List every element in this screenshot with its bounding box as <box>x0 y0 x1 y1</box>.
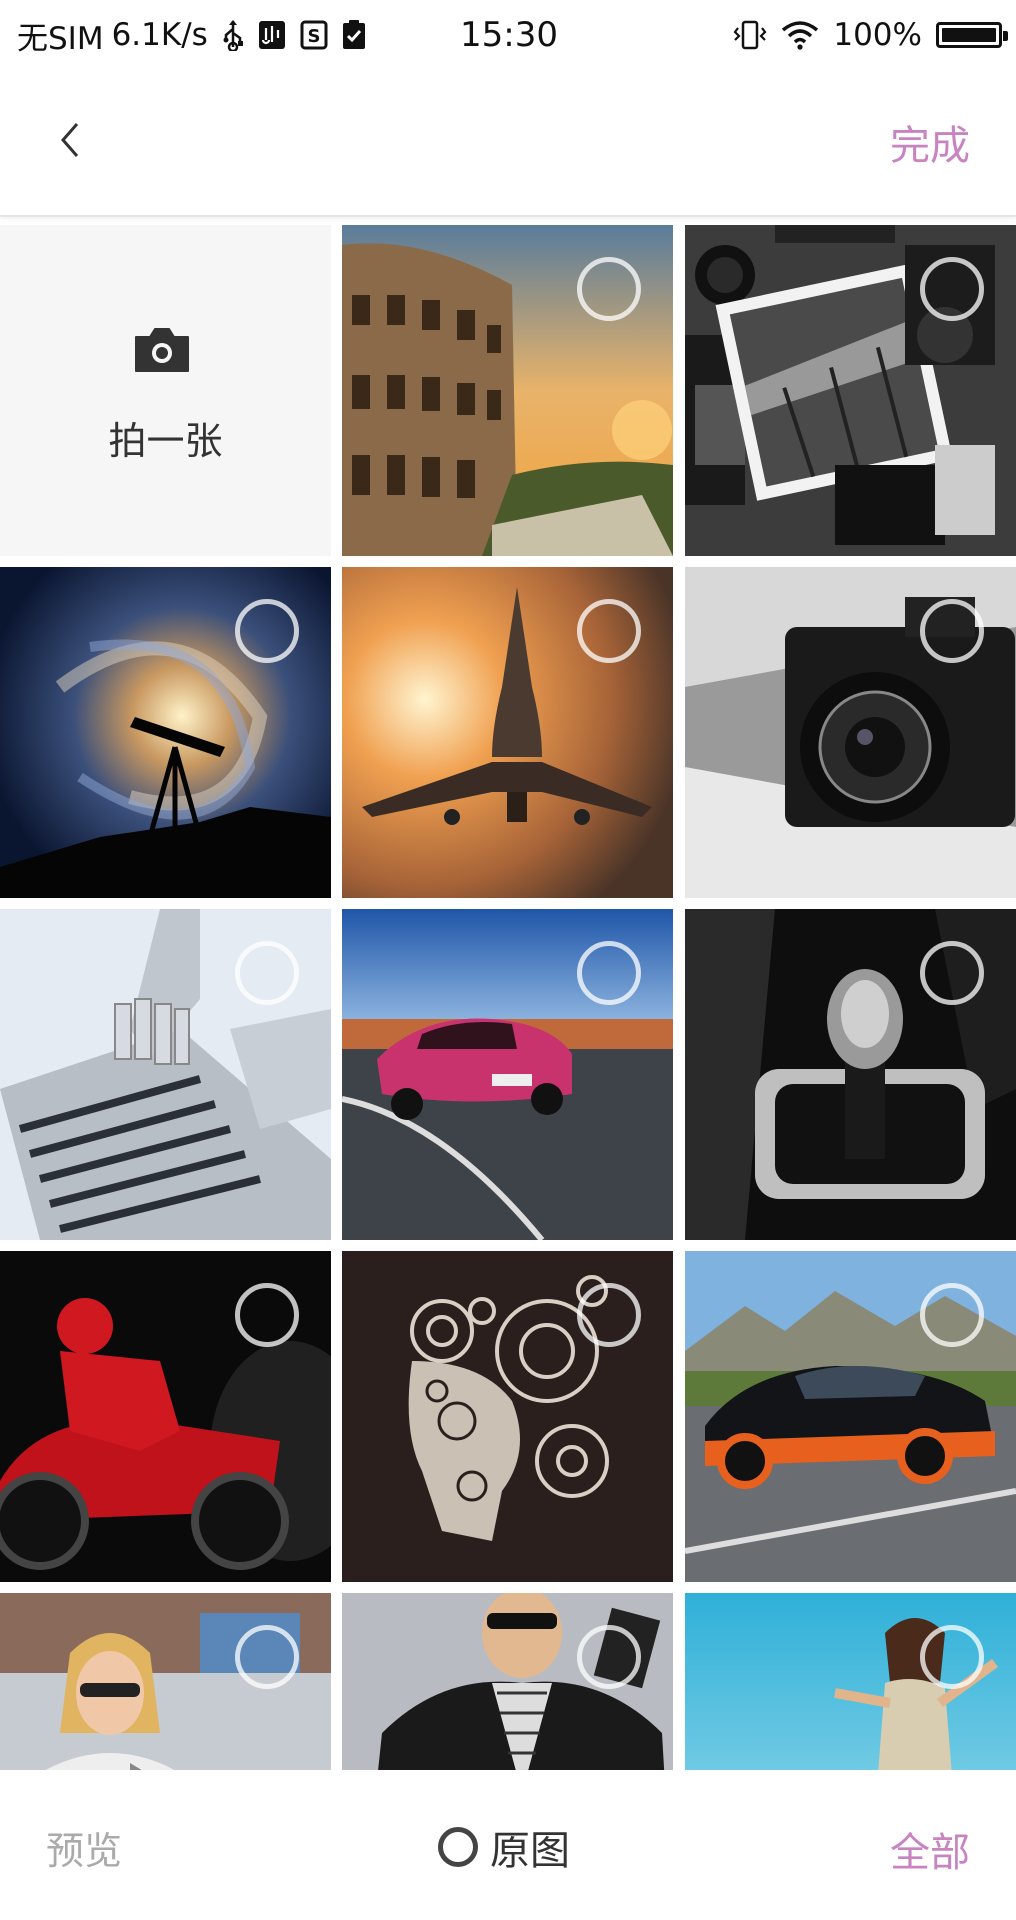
select-circle[interactable] <box>920 257 984 321</box>
wifi-icon <box>781 20 819 50</box>
photo-grid: 拍一张 <box>0 225 1016 1770</box>
photo-tile-man-jacket[interactable] <box>342 1593 673 1770</box>
photo-tile-robot-laptop[interactable] <box>0 909 331 1240</box>
vibrate-icon <box>733 20 767 50</box>
photo-tile-gear-head[interactable] <box>342 1251 673 1582</box>
select-circle[interactable] <box>920 1283 984 1347</box>
all-albums-button[interactable]: 全部 <box>890 1820 970 1878</box>
battery-icon <box>936 22 1008 48</box>
select-circle[interactable] <box>577 941 641 1005</box>
photo-tile-camera-gear[interactable] <box>685 225 1016 556</box>
debug-icon <box>258 20 286 50</box>
status-right: 100% <box>733 0 1008 70</box>
usb-icon <box>222 19 244 51</box>
select-circle[interactable] <box>920 941 984 1005</box>
battery-fill <box>942 28 996 42</box>
photo-tile-camera-closeup[interactable] <box>685 567 1016 898</box>
select-circle[interactable] <box>577 1283 641 1347</box>
select-circle[interactable] <box>577 257 641 321</box>
photo-tile-gear-shift[interactable] <box>685 909 1016 1240</box>
original-image-toggle[interactable]: 原图 <box>438 1818 570 1876</box>
original-label: 原图 <box>490 1828 570 1874</box>
done-button[interactable]: 完成 <box>890 110 970 174</box>
battery-percent: 100% <box>833 17 922 53</box>
photo-tile-colosseum[interactable] <box>342 225 673 556</box>
clock: 15:30 <box>460 15 558 55</box>
back-button[interactable] <box>40 110 100 170</box>
s-app-icon: S <box>300 20 328 50</box>
select-circle[interactable] <box>920 599 984 663</box>
radio-circle-icon <box>438 1827 478 1867</box>
select-circle[interactable] <box>577 1625 641 1689</box>
photo-tile-galaxy[interactable] <box>0 567 331 898</box>
status-bar: 无SIM 6.1K/s S 15:30 100% <box>0 0 1016 70</box>
select-circle[interactable] <box>577 599 641 663</box>
take-photo-label: 拍一张 <box>108 419 223 463</box>
preview-button[interactable]: 预览 <box>46 1820 122 1875</box>
carrier-text: 无SIM <box>17 20 104 57</box>
photo-tile-pink-car[interactable] <box>342 909 673 1240</box>
select-circle[interactable] <box>920 1625 984 1689</box>
photo-tile-supercar[interactable] <box>685 1251 1016 1582</box>
svg-text:S: S <box>307 26 320 47</box>
photo-tile-woman-sunglasses[interactable] <box>0 1593 331 1770</box>
select-circle[interactable] <box>235 599 299 663</box>
photo-tile-jet[interactable] <box>342 567 673 898</box>
select-circle[interactable] <box>235 941 299 1005</box>
photo-tile-woman-beach[interactable] <box>685 1593 1016 1770</box>
status-left: 无SIM 6.1K/s S <box>17 0 366 70</box>
photo-tile-motorcycle[interactable] <box>0 1251 331 1582</box>
chevron-left-icon <box>61 123 79 157</box>
network-speed: 6.1K/s <box>111 17 208 53</box>
top-bar: 完成 <box>0 70 1016 217</box>
select-circle[interactable] <box>235 1283 299 1347</box>
camera-icon <box>135 328 189 372</box>
clipboard-check-icon <box>342 20 366 50</box>
take-photo-tile[interactable]: 拍一张 <box>0 225 331 556</box>
bottom-bar: 预览 原图 全部 <box>0 1770 1016 1920</box>
select-circle[interactable] <box>235 1625 299 1689</box>
